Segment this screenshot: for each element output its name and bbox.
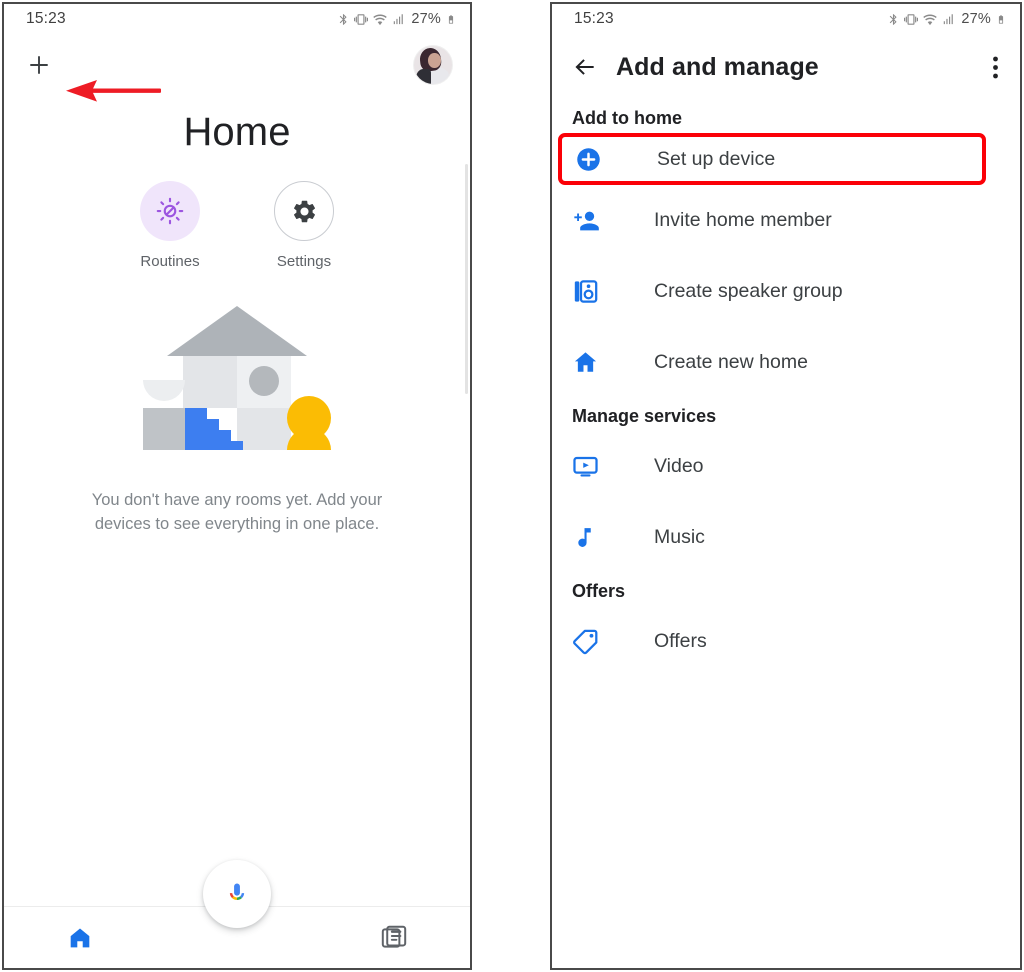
nav-item-home[interactable] <box>67 925 93 951</box>
screenshot-stage: 15:23 27% Home Routines Settings You don… <box>0 0 1024 972</box>
back-button[interactable] <box>572 54 598 80</box>
shortcut-label-settings: Settings <box>276 253 332 270</box>
add-button[interactable] <box>24 50 54 80</box>
speaker-icon <box>572 278 606 305</box>
cellular-signal-icon <box>394 13 404 24</box>
scrollbar-thumb[interactable] <box>465 164 468 394</box>
routines-circle <box>140 181 200 241</box>
shortcut-label-routines: Routines <box>140 253 200 270</box>
app-bar: Add and manage <box>552 34 1020 100</box>
battery-icon <box>998 14 1004 24</box>
status-bar-left: 15:23 27% <box>4 4 470 34</box>
status-time-right: 15:23 <box>574 10 614 27</box>
annotation-arrow-icon <box>66 80 161 102</box>
status-icon-group-right: 27% <box>887 11 1006 27</box>
bottom-nav-area <box>4 850 470 968</box>
add-circle-icon <box>575 146 609 173</box>
person-add-icon <box>572 207 606 235</box>
home-filled-icon <box>572 349 606 376</box>
menu-list-add-to-home: Set up device Invite home member Create … <box>552 133 1020 398</box>
battery-percent: 27% <box>411 11 441 27</box>
shortcut-settings[interactable]: Settings <box>258 181 350 270</box>
home-top-bar <box>4 34 470 102</box>
account-avatar[interactable] <box>414 46 452 84</box>
section-heading-manage-services: Manage services <box>572 406 717 426</box>
menu-item-create-new-home[interactable]: Create new home <box>552 327 1020 398</box>
section-heading-offers: Offers <box>572 581 626 601</box>
menu-item-video[interactable]: Video <box>552 431 1020 502</box>
tag-icon <box>572 628 606 655</box>
assistant-mic-button[interactable] <box>203 860 271 928</box>
shortcut-routines[interactable]: Routines <box>124 181 216 270</box>
status-bar-right: 15:23 27% <box>552 4 1020 34</box>
section-heading-add-to-home: Add to home <box>572 108 682 128</box>
menu-item-label: Create new home <box>654 351 808 373</box>
home-shortcuts: Routines Settings <box>4 181 470 270</box>
phone-screen-add-manage: 15:23 27% Add and manage Add to home Set… <box>550 2 1022 970</box>
menu-item-set-up-device[interactable]: Set up device <box>558 133 986 185</box>
battery-percent-right: 27% <box>961 11 991 27</box>
bluetooth-icon <box>890 13 897 25</box>
empty-home-illustration <box>4 298 470 463</box>
cellular-signal-icon <box>944 13 954 24</box>
wifi-icon <box>373 14 388 25</box>
menu-list-offers: Offers <box>552 606 1020 677</box>
back-arrow-icon <box>575 59 594 75</box>
video-icon <box>572 453 606 480</box>
page-title-add-manage: Add and manage <box>616 52 819 81</box>
bluetooth-icon <box>340 13 347 25</box>
wifi-icon <box>923 14 938 25</box>
menu-item-music[interactable]: Music <box>552 502 1020 573</box>
gear-icon <box>293 200 315 222</box>
more-vert-icon <box>993 56 998 78</box>
status-time: 15:23 <box>26 10 66 27</box>
menu-item-label: Invite home member <box>654 209 832 231</box>
menu-item-label: Create speaker group <box>654 280 843 302</box>
avatar-shoulder <box>416 69 431 84</box>
settings-circle <box>274 181 334 241</box>
nav-item-feed[interactable] <box>380 924 408 952</box>
routines-icon <box>156 197 184 225</box>
illustration-graphic <box>143 306 331 450</box>
page-title: Home <box>183 110 291 154</box>
menu-item-label: Offers <box>654 630 707 652</box>
phone-screen-home: 15:23 27% Home Routines Settings You don… <box>2 2 472 970</box>
avatar-face <box>428 53 441 68</box>
plus-icon <box>30 56 48 74</box>
menu-item-offers[interactable]: Offers <box>552 606 1020 677</box>
empty-state-text: You don't have any rooms yet. Add your d… <box>91 491 383 533</box>
music-note-icon <box>572 525 606 550</box>
menu-item-invite-home-member[interactable]: Invite home member <box>552 185 1020 256</box>
menu-item-label: Set up device <box>657 147 776 170</box>
battery-icon <box>448 14 454 24</box>
home-icon <box>71 927 90 947</box>
menu-item-label: Music <box>654 526 705 548</box>
overflow-menu-button[interactable] <box>987 56 1004 79</box>
menu-item-label: Video <box>654 455 704 477</box>
status-icon-group: 27% <box>337 11 456 27</box>
menu-item-create-speaker-group[interactable]: Create speaker group <box>552 256 1020 327</box>
feed-icon <box>381 925 406 948</box>
vibrate-icon <box>354 13 369 25</box>
menu-list-manage-services: Video Music <box>552 431 1020 573</box>
vibrate-icon <box>904 13 919 25</box>
nav-slot-feed <box>317 924 470 952</box>
assistant-mic-icon <box>229 883 245 900</box>
nav-slot-home <box>4 925 157 951</box>
